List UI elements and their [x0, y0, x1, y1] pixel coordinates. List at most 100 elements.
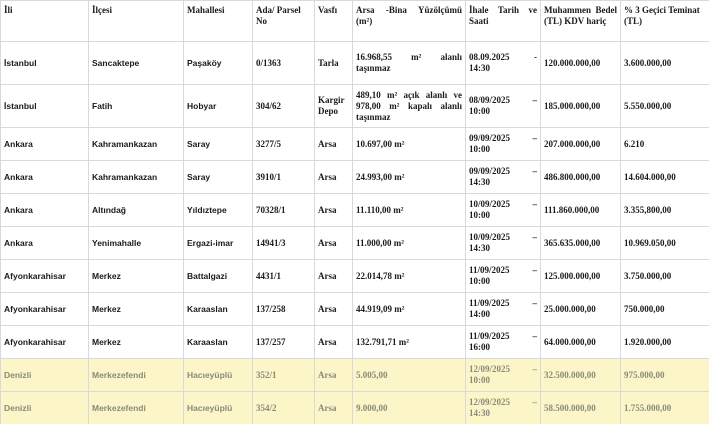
cell-arsa-bina: 16.968,55 m² alanlı taşınmaz [352, 41, 466, 85]
cell-arsa-bina: 10.697,00 m² [352, 127, 466, 161]
cell-ilce: Kahramankazan [88, 127, 184, 161]
cell-ada-parsel: 14941/3 [252, 226, 315, 260]
cell-ada-parsel: 137/257 [252, 325, 315, 359]
table-row: Ankara Altındağ Yıldıztepe 70328/1 Arsa 11.11… [0, 193, 709, 227]
cell-il: Ankara [0, 160, 89, 194]
cell-mahalle: Hacıeyüplü [183, 358, 253, 392]
cell-vasfi: Arsa [314, 226, 353, 260]
cell-vasfi: Arsa [314, 259, 353, 293]
table-row: Ankara Yenimahalle Ergazi-imar 14941/3 Arsa 1… [0, 226, 709, 260]
cell-il: Afyonkarahisar [0, 325, 89, 359]
table-row: Denizli Merkezefendi Hacıeyüplü 354/2 Arsa 9.… [0, 391, 709, 424]
cell-vasfi: Kargir Depo [314, 84, 353, 128]
cell-ihale-tarih: 12/09/2025 – 10:00 [465, 358, 541, 392]
table-header-row: İli İlçesi Mahallesi Ada/ Parsel No Vasf… [0, 0, 709, 42]
cell-ada-parsel: 352/1 [252, 358, 315, 392]
cell-il: Ankara [0, 127, 89, 161]
cell-ihale-tarih: 11/09/2025 – 10:00 [465, 259, 541, 293]
cell-il: Ankara [0, 193, 89, 227]
cell-arsa-bina: 489,10 m² açık alanlı ve 978,00 m² kapal… [352, 84, 466, 128]
cell-il: İstanbul [0, 84, 89, 128]
table-row: Afyonkarahisar Merkez Battalgazi 4431/1 Arsa… [0, 259, 709, 293]
cell-muhammen-bedel: 25.000.000,00 [540, 292, 621, 326]
cell-ada-parsel: 354/2 [252, 391, 315, 424]
cell-gecici-teminat: 3.750.000,00 [620, 259, 709, 293]
cell-gecici-teminat: 5.550.000,00 [620, 84, 709, 128]
auction-table: İli İlçesi Mahallesi Ada/ Parsel No Vasf… [0, 0, 709, 424]
cell-ilce: Merkez [88, 325, 184, 359]
table-row: Afyonkarahisar Merkez Karaaslan 137/258 Arsa… [0, 292, 709, 326]
cell-vasfi: Arsa [314, 127, 353, 161]
cell-ihale-tarih: 12/09/2025 – 14:30 [465, 391, 541, 424]
cell-vasfi: Arsa [314, 325, 353, 359]
cell-ihale-tarih: 08/09/2025 – 10:00 [465, 84, 541, 128]
cell-il: Denizli [0, 391, 89, 424]
header-ada-parsel: Ada/ Parsel No [252, 0, 315, 42]
cell-ilce: Merkez [88, 259, 184, 293]
cell-gecici-teminat: 14.604.000,00 [620, 160, 709, 194]
cell-mahalle: Battalgazi [183, 259, 253, 293]
cell-muhammen-bedel: 111.860.000,00 [540, 193, 621, 227]
cell-ada-parsel: 3910/1 [252, 160, 315, 194]
cell-ilce: Yenimahalle [88, 226, 184, 260]
table-row: Ankara Kahramankazan Saray 3910/1 Arsa 24.993… [0, 160, 709, 194]
cell-ilce: Sancaktepe [88, 41, 184, 85]
cell-arsa-bina: 22.014,78 m² [352, 259, 466, 293]
table-row: İstanbul Fatih Hobyar 304/62 Kargir Depo 489,… [0, 84, 709, 128]
cell-arsa-bina: 11.110,00 m² [352, 193, 466, 227]
cell-arsa-bina: 9.000,00 [352, 391, 466, 424]
cell-vasfi: Tarla [314, 41, 353, 85]
cell-arsa-bina: 5.005,00 [352, 358, 466, 392]
cell-ilce: Merkez [88, 292, 184, 326]
cell-mahalle: Yıldıztepe [183, 193, 253, 227]
cell-ada-parsel: 137/258 [252, 292, 315, 326]
cell-mahalle: Hobyar [183, 84, 253, 128]
header-ihale-tarih: İhale Tarih ve Saati [465, 0, 541, 42]
cell-ilce: Kahramankazan [88, 160, 184, 194]
cell-muhammen-bedel: 120.000.000,00 [540, 41, 621, 85]
cell-ihale-tarih: 09/09/2025 – 14:30 [465, 160, 541, 194]
cell-mahalle: Karaaslan [183, 325, 253, 359]
cell-muhammen-bedel: 486.800.000,00 [540, 160, 621, 194]
cell-vasfi: Arsa [314, 292, 353, 326]
cell-ihale-tarih: 11/09/2025 – 14:00 [465, 292, 541, 326]
header-arsa-bina: Arsa -Bina Yüzölçümü (m²) [352, 0, 466, 42]
table-row: Ankara Kahramankazan Saray 3277/5 Arsa 10.697… [0, 127, 709, 161]
cell-ada-parsel: 3277/5 [252, 127, 315, 161]
cell-il: Denizli [0, 358, 89, 392]
cell-il: Afyonkarahisar [0, 292, 89, 326]
cell-mahalle: Saray [183, 127, 253, 161]
cell-gecici-teminat: 3.355,800,00 [620, 193, 709, 227]
cell-vasfi: Arsa [314, 358, 353, 392]
cell-vasfi: Arsa [314, 160, 353, 194]
cell-arsa-bina: 44.919,09 m² [352, 292, 466, 326]
header-vasfi: Vasfı [314, 0, 353, 42]
cell-gecici-teminat: 750.000,00 [620, 292, 709, 326]
cell-ihale-tarih: 11/09/2025 – 16:00 [465, 325, 541, 359]
cell-ihale-tarih: 08.09.2025 - 14:30 [465, 41, 541, 85]
cell-gecici-teminat: 6.210 [620, 127, 709, 161]
cell-il: İstanbul [0, 41, 89, 85]
cell-muhammen-bedel: 185.000.000,00 [540, 84, 621, 128]
table-body: İstanbul Sancaktepe Paşaköy 0/1363 Tarla 16.9… [0, 41, 709, 424]
cell-il: Afyonkarahisar [0, 259, 89, 293]
cell-ilce: Merkezefendi [88, 358, 184, 392]
header-gecici-teminat: % 3 Geçici Teminat (TL) [620, 0, 709, 42]
header-mahalle: Mahallesi [183, 0, 253, 42]
cell-il: Ankara [0, 226, 89, 260]
cell-gecici-teminat: 1.755.000,00 [620, 391, 709, 424]
header-il: İli [0, 0, 89, 42]
cell-gecici-teminat: 975.000,00 [620, 358, 709, 392]
document-page: İli İlçesi Mahallesi Ada/ Parsel No Vasf… [0, 0, 709, 424]
cell-muhammen-bedel: 207.000.000,00 [540, 127, 621, 161]
cell-muhammen-bedel: 125.000.000,00 [540, 259, 621, 293]
cell-ilce: Altındağ [88, 193, 184, 227]
cell-ada-parsel: 70328/1 [252, 193, 315, 227]
cell-ada-parsel: 0/1363 [252, 41, 315, 85]
cell-mahalle: Paşaköy [183, 41, 253, 85]
cell-ada-parsel: 4431/1 [252, 259, 315, 293]
cell-arsa-bina: 132.791,71 m² [352, 325, 466, 359]
cell-mahalle: Saray [183, 160, 253, 194]
cell-ihale-tarih: 09/09/2025 – 10:00 [465, 127, 541, 161]
cell-arsa-bina: 11.000,00 m² [352, 226, 466, 260]
